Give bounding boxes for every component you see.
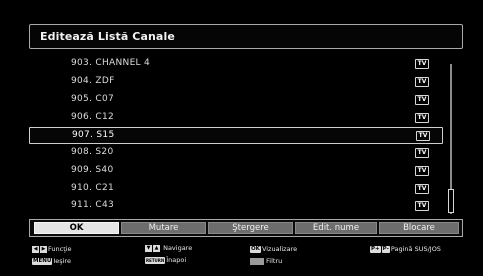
tv-icon: TV (415, 166, 429, 176)
tv-icon: TV (415, 113, 429, 123)
tv-icon: TV (415, 201, 429, 211)
channel-row-906[interactable]: 906. C12 TV (29, 110, 443, 127)
channel-list[interactable]: 903. CHANNEL 4 TV 904. ZDF TV 905. C07 T… (29, 56, 463, 215)
hint-function: ◀ ▶ Funcţie (32, 245, 72, 253)
ok-key-icon: OK (250, 245, 261, 253)
hint-function-label: Funcţie (48, 245, 72, 253)
channel-label: 903. CHANNEL 4 (71, 58, 151, 68)
p-minus-key-icon: P- (381, 245, 390, 253)
channel-row-911[interactable]: 911. C43 TV (29, 198, 443, 215)
channel-label: 911. C43 (71, 200, 115, 210)
tv-icon: TV (415, 95, 429, 105)
channel-row-904[interactable]: 904. ZDF TV (29, 74, 443, 91)
menu-key-icon: MENU (32, 257, 53, 265)
tv-icon: TV (415, 148, 429, 158)
channel-label: 906. C12 (71, 112, 115, 122)
channel-label: 904. ZDF (71, 76, 115, 86)
right-arrow-icon: ▶ (40, 245, 47, 253)
tv-icon: TV (415, 77, 429, 87)
channel-list-editor: Editează Listă Canale 903. CHANNEL 4 TV … (0, 0, 483, 276)
hint-filter: Filtru (250, 257, 282, 265)
hint-filter-label: Filtru (266, 257, 283, 265)
hint-view-label: Vizualizare (261, 245, 298, 253)
title-bar: Editează Listă Canale (29, 24, 463, 49)
down-arrow-icon: ▼ (145, 244, 152, 252)
channel-row-910[interactable]: 910. C21 TV (29, 181, 443, 198)
channel-row-907-selected[interactable]: 907. S15 TV (29, 127, 443, 144)
hint-navigate-label: Navigare (163, 244, 193, 252)
lock-button[interactable]: Blocare (379, 222, 459, 234)
return-key-icon: RETURN (145, 256, 166, 264)
channel-label: 909. S40 (71, 165, 114, 175)
channel-row-909[interactable]: 909. S40 TV (29, 163, 443, 180)
channel-label: 908. S20 (71, 147, 114, 157)
tv-icon: TV (416, 131, 430, 141)
edit-name-button[interactable]: Edit. nume (295, 222, 377, 234)
channel-row-905[interactable]: 905. C07 TV (29, 92, 443, 109)
channel-row-908[interactable]: 908. S20 TV (29, 145, 443, 162)
move-button[interactable]: Mutare (121, 222, 206, 234)
hint-navigate: ▼ ▲ Navigare (145, 244, 192, 252)
tv-icon: TV (415, 184, 429, 194)
channel-label: 910. C21 (71, 183, 115, 193)
hint-page: P+ P- Pagină SUS/JOS (370, 245, 441, 253)
grey-key-icon (250, 257, 264, 265)
ok-button[interactable]: OK (34, 222, 119, 234)
tv-icon: TV (415, 59, 429, 69)
channel-row-903[interactable]: 903. CHANNEL 4 TV (29, 56, 443, 73)
hint-exit: MENU Ieşire (32, 257, 71, 265)
hint-exit-label: Ieşire (53, 257, 71, 265)
channel-label: 905. C07 (71, 94, 115, 104)
page-title: Editează Listă Canale (40, 30, 175, 43)
left-arrow-icon: ◀ (32, 245, 39, 253)
hint-view: OK Vizualizare (250, 245, 297, 253)
hint-page-label: Pagină SUS/JOS (390, 245, 441, 253)
channel-label: 907. S15 (72, 130, 115, 140)
action-bar: OK Mutare Ştergere Edit. nume Blocare (29, 219, 463, 237)
up-arrow-icon: ▲ (153, 244, 160, 252)
hint-back: RETURN Înapoi (145, 256, 186, 264)
p-plus-key-icon: P+ (370, 245, 381, 253)
hint-back-label: Înapoi (166, 256, 187, 264)
delete-button[interactable]: Ştergere (208, 222, 293, 234)
scrollbar-thumb[interactable] (448, 189, 454, 213)
